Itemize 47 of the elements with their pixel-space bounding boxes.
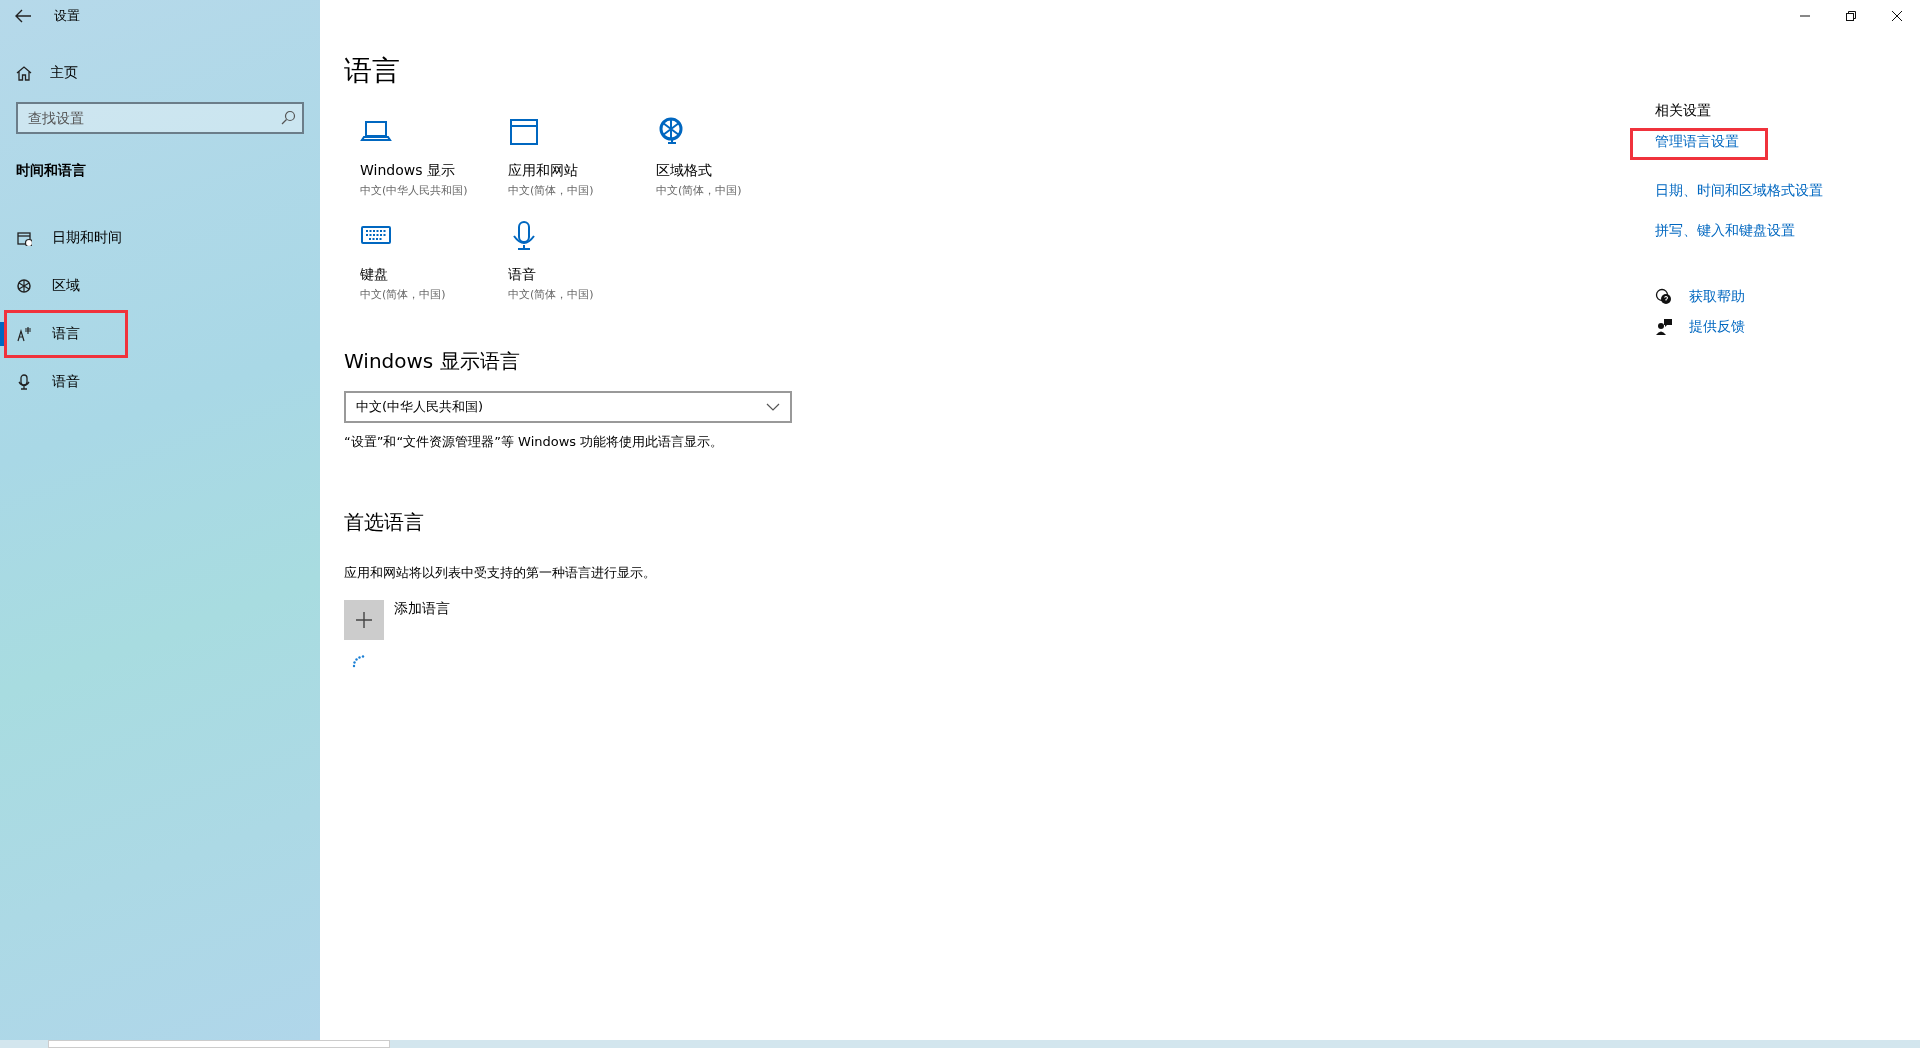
close-icon bbox=[1892, 11, 1902, 21]
window-title: 设置 bbox=[54, 7, 80, 25]
section-heading: Windows 显示语言 bbox=[344, 348, 521, 375]
section-heading: 时间和语言 bbox=[16, 162, 87, 180]
tile-label[interactable]: Windows 显示 bbox=[360, 162, 455, 180]
home-icon bbox=[16, 65, 32, 81]
settings-link[interactable]: 管理语言设置 bbox=[1630, 128, 1768, 160]
nav-item[interactable]: 语音 bbox=[4, 358, 128, 406]
plus-icon bbox=[355, 611, 373, 629]
tile-value: 中文(简体，中国) bbox=[656, 183, 742, 198]
nav-item[interactable]: 日期和时间 bbox=[4, 214, 128, 262]
chat-question-icon bbox=[1655, 288, 1673, 306]
help-link[interactable]: 获取帮助 bbox=[1655, 288, 1745, 306]
tile-value: 中文(中华人民共和国) bbox=[360, 183, 468, 198]
add-button[interactable] bbox=[344, 600, 384, 640]
tile-label[interactable]: 应用和网站 bbox=[508, 162, 578, 180]
back-button[interactable] bbox=[14, 8, 32, 24]
loading-spinner-icon bbox=[352, 654, 366, 668]
language-dropdown[interactable]: 中文(中华人民共和国) bbox=[344, 391, 792, 423]
help-link[interactable]: 提供反馈 bbox=[1655, 318, 1745, 336]
tile-value: 中文(简体，中国) bbox=[508, 183, 594, 198]
globe-icon bbox=[16, 278, 32, 294]
tile-label[interactable]: 语音 bbox=[508, 266, 536, 284]
search-field[interactable]: 查找设置 bbox=[16, 102, 304, 134]
restore-icon bbox=[1846, 11, 1856, 21]
calendar-clock-icon bbox=[16, 230, 32, 246]
microphone-icon bbox=[16, 374, 32, 390]
tile-value: 中文(简体，中国) bbox=[360, 287, 446, 302]
window-icon[interactable] bbox=[508, 116, 540, 148]
section-heading: 首选语言 bbox=[344, 509, 425, 536]
tile-label[interactable]: 区域格式 bbox=[656, 162, 712, 180]
language-icon bbox=[16, 326, 32, 342]
related-heading: 相关设置 bbox=[1655, 102, 1712, 120]
add-language-label[interactable]: 添加语言 bbox=[394, 600, 450, 640]
tile-value: 中文(简体，中国) bbox=[508, 287, 594, 302]
page-title: 语言 bbox=[344, 53, 401, 89]
nav-item[interactable]: 语言 bbox=[4, 310, 128, 358]
person-feedback-icon bbox=[1655, 318, 1673, 336]
home-link[interactable]: 主页 bbox=[16, 64, 78, 82]
caret-icon bbox=[766, 403, 780, 411]
help-text: “设置”和“文件资源管理器”等 Windows 功能将使用此语言显示。 bbox=[344, 433, 725, 451]
description-text: 应用和网站将以列表中受支持的第一种语言进行显示。 bbox=[344, 564, 657, 582]
settings-link[interactable]: 拼写、键入和键盘设置 bbox=[1655, 222, 1795, 240]
settings-link[interactable]: 日期、时间和区域格式设置 bbox=[1655, 182, 1823, 200]
search-icon bbox=[280, 110, 296, 126]
nav-item[interactable]: 区域 bbox=[4, 262, 128, 310]
tile-label[interactable]: 键盘 bbox=[360, 266, 388, 284]
